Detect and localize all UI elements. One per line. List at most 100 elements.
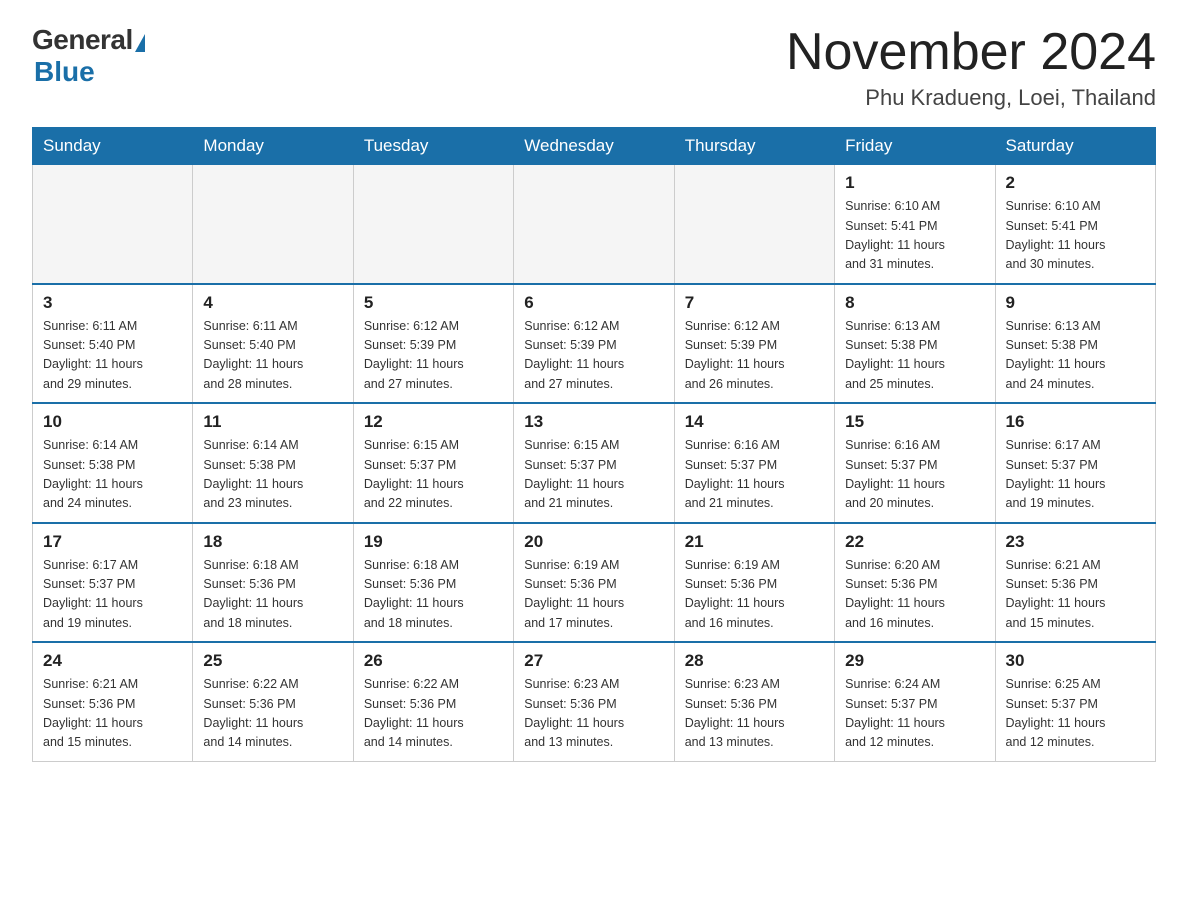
calendar-day-cell: 7 Sunrise: 6:12 AM Sunset: 5:39 PM Daylig… bbox=[674, 284, 834, 404]
calendar-day-cell: 17 Sunrise: 6:17 AM Sunset: 5:37 PM Dayli… bbox=[33, 523, 193, 643]
day-info: Sunrise: 6:21 AM Sunset: 5:36 PM Dayligh… bbox=[1006, 556, 1145, 634]
calendar-week-row: 10 Sunrise: 6:14 AM Sunset: 5:38 PM Dayli… bbox=[33, 403, 1156, 523]
calendar-day-cell: 2 Sunrise: 6:10 AM Sunset: 5:41 PM Daylig… bbox=[995, 165, 1155, 284]
calendar-day-cell: 12Sunrise: 6:15 AM Sunset: 5:37 PM Dayli… bbox=[353, 403, 513, 523]
day-number: 29 bbox=[845, 651, 984, 671]
day-number: 15 bbox=[845, 412, 984, 432]
month-title: November 2024 bbox=[786, 24, 1156, 81]
day-number: 14 bbox=[685, 412, 824, 432]
day-number: 17 bbox=[43, 532, 182, 552]
calendar-day-cell: 29Sunrise: 6:24 AM Sunset: 5:37 PM Dayli… bbox=[835, 642, 995, 761]
calendar-day-cell: 25Sunrise: 6:22 AM Sunset: 5:36 PM Dayli… bbox=[193, 642, 353, 761]
location-title: Phu Kradueng, Loei, Thailand bbox=[786, 85, 1156, 111]
day-of-week-header: Sunday bbox=[33, 128, 193, 165]
calendar-day-cell: 10 Sunrise: 6:14 AM Sunset: 5:38 PM Dayli… bbox=[33, 403, 193, 523]
calendar-day-cell bbox=[33, 165, 193, 284]
day-info: Sunrise: 6:16 AM Sunset: 5:37 PM Dayligh… bbox=[845, 436, 984, 514]
day-info: Sunrise: 6:22 AM Sunset: 5:36 PM Dayligh… bbox=[203, 675, 342, 753]
day-number: 11 bbox=[203, 412, 342, 432]
day-info: Sunrise: 6:10 AM Sunset: 5:41 PM Dayligh… bbox=[1006, 197, 1145, 275]
day-info: Sunrise: 6:15 AM Sunset: 5:37 PM Dayligh… bbox=[524, 436, 663, 514]
day-info: Sunrise: 6:11 AM Sunset: 5:40 PM Dayligh… bbox=[203, 317, 342, 395]
day-of-week-header: Friday bbox=[835, 128, 995, 165]
calendar-body: 1 Sunrise: 6:10 AM Sunset: 5:41 PM Daylig… bbox=[33, 165, 1156, 762]
calendar-day-cell: 23 Sunrise: 6:21 AM Sunset: 5:36 PM Dayli… bbox=[995, 523, 1155, 643]
day-number: 12 bbox=[364, 412, 503, 432]
day-number: 30 bbox=[1006, 651, 1145, 671]
logo-general-text: General bbox=[32, 24, 133, 56]
day-info: Sunrise: 6:13 AM Sunset: 5:38 PM Dayligh… bbox=[845, 317, 984, 395]
logo: General Blue bbox=[32, 24, 145, 88]
day-number: 5 bbox=[364, 293, 503, 313]
calendar-week-row: 17 Sunrise: 6:17 AM Sunset: 5:37 PM Dayli… bbox=[33, 523, 1156, 643]
calendar-day-cell: 24 Sunrise: 6:21 AM Sunset: 5:36 PM Dayli… bbox=[33, 642, 193, 761]
day-of-week-header: Wednesday bbox=[514, 128, 674, 165]
calendar-day-cell: 1 Sunrise: 6:10 AM Sunset: 5:41 PM Daylig… bbox=[835, 165, 995, 284]
logo-triangle-icon bbox=[135, 34, 145, 52]
day-info: Sunrise: 6:19 AM Sunset: 5:36 PM Dayligh… bbox=[685, 556, 824, 634]
calendar-day-cell: 16 Sunrise: 6:17 AM Sunset: 5:37 PM Dayli… bbox=[995, 403, 1155, 523]
calendar-day-cell: 8 Sunrise: 6:13 AM Sunset: 5:38 PM Daylig… bbox=[835, 284, 995, 404]
day-info: Sunrise: 6:23 AM Sunset: 5:36 PM Dayligh… bbox=[524, 675, 663, 753]
calendar-day-cell: 13Sunrise: 6:15 AM Sunset: 5:37 PM Dayli… bbox=[514, 403, 674, 523]
day-info: Sunrise: 6:19 AM Sunset: 5:36 PM Dayligh… bbox=[524, 556, 663, 634]
calendar-day-cell: 30 Sunrise: 6:25 AM Sunset: 5:37 PM Dayli… bbox=[995, 642, 1155, 761]
day-number: 3 bbox=[43, 293, 182, 313]
calendar-day-cell: 9 Sunrise: 6:13 AM Sunset: 5:38 PM Daylig… bbox=[995, 284, 1155, 404]
day-info: Sunrise: 6:11 AM Sunset: 5:40 PM Dayligh… bbox=[43, 317, 182, 395]
calendar-day-cell: 20 Sunrise: 6:19 AM Sunset: 5:36 PM Dayli… bbox=[514, 523, 674, 643]
day-of-week-header: Tuesday bbox=[353, 128, 513, 165]
calendar-day-cell: 5Sunrise: 6:12 AM Sunset: 5:39 PM Daylig… bbox=[353, 284, 513, 404]
day-number: 1 bbox=[845, 173, 984, 193]
day-info: Sunrise: 6:25 AM Sunset: 5:37 PM Dayligh… bbox=[1006, 675, 1145, 753]
calendar-day-cell: 19 Sunrise: 6:18 AM Sunset: 5:36 PM Dayli… bbox=[353, 523, 513, 643]
calendar-day-cell: 21 Sunrise: 6:19 AM Sunset: 5:36 PM Dayli… bbox=[674, 523, 834, 643]
day-number: 18 bbox=[203, 532, 342, 552]
calendar-day-cell: 28Sunrise: 6:23 AM Sunset: 5:36 PM Dayli… bbox=[674, 642, 834, 761]
day-number: 22 bbox=[845, 532, 984, 552]
day-info: Sunrise: 6:17 AM Sunset: 5:37 PM Dayligh… bbox=[1006, 436, 1145, 514]
day-number: 20 bbox=[524, 532, 663, 552]
day-number: 19 bbox=[364, 532, 503, 552]
day-info: Sunrise: 6:22 AM Sunset: 5:36 PM Dayligh… bbox=[364, 675, 503, 753]
day-number: 16 bbox=[1006, 412, 1145, 432]
day-info: Sunrise: 6:17 AM Sunset: 5:37 PM Dayligh… bbox=[43, 556, 182, 634]
day-number: 23 bbox=[1006, 532, 1145, 552]
calendar-day-cell bbox=[674, 165, 834, 284]
day-info: Sunrise: 6:12 AM Sunset: 5:39 PM Dayligh… bbox=[524, 317, 663, 395]
logo-blue-text: Blue bbox=[34, 56, 95, 88]
day-number: 24 bbox=[43, 651, 182, 671]
calendar-day-cell: 6Sunrise: 6:12 AM Sunset: 5:39 PM Daylig… bbox=[514, 284, 674, 404]
day-info: Sunrise: 6:12 AM Sunset: 5:39 PM Dayligh… bbox=[685, 317, 824, 395]
day-info: Sunrise: 6:14 AM Sunset: 5:38 PM Dayligh… bbox=[203, 436, 342, 514]
day-info: Sunrise: 6:10 AM Sunset: 5:41 PM Dayligh… bbox=[845, 197, 984, 275]
day-number: 10 bbox=[43, 412, 182, 432]
calendar-day-cell: 11 Sunrise: 6:14 AM Sunset: 5:38 PM Dayli… bbox=[193, 403, 353, 523]
day-number: 9 bbox=[1006, 293, 1145, 313]
day-number: 8 bbox=[845, 293, 984, 313]
day-number: 7 bbox=[685, 293, 824, 313]
day-number: 26 bbox=[364, 651, 503, 671]
day-number: 4 bbox=[203, 293, 342, 313]
day-info: Sunrise: 6:20 AM Sunset: 5:36 PM Dayligh… bbox=[845, 556, 984, 634]
day-info: Sunrise: 6:13 AM Sunset: 5:38 PM Dayligh… bbox=[1006, 317, 1145, 395]
calendar-day-cell bbox=[514, 165, 674, 284]
calendar-day-cell: 18Sunrise: 6:18 AM Sunset: 5:36 PM Dayli… bbox=[193, 523, 353, 643]
calendar-day-cell: 27 Sunrise: 6:23 AM Sunset: 5:36 PM Dayli… bbox=[514, 642, 674, 761]
day-number: 2 bbox=[1006, 173, 1145, 193]
calendar-week-row: 24 Sunrise: 6:21 AM Sunset: 5:36 PM Dayli… bbox=[33, 642, 1156, 761]
day-info: Sunrise: 6:14 AM Sunset: 5:38 PM Dayligh… bbox=[43, 436, 182, 514]
calendar-day-cell: 22 Sunrise: 6:20 AM Sunset: 5:36 PM Dayli… bbox=[835, 523, 995, 643]
day-of-week-header: Saturday bbox=[995, 128, 1155, 165]
calendar-day-cell: 3 Sunrise: 6:11 AM Sunset: 5:40 PM Daylig… bbox=[33, 284, 193, 404]
calendar-week-row: 3 Sunrise: 6:11 AM Sunset: 5:40 PM Daylig… bbox=[33, 284, 1156, 404]
day-number: 21 bbox=[685, 532, 824, 552]
calendar-day-cell: 14Sunrise: 6:16 AM Sunset: 5:37 PM Dayli… bbox=[674, 403, 834, 523]
day-info: Sunrise: 6:21 AM Sunset: 5:36 PM Dayligh… bbox=[43, 675, 182, 753]
calendar-day-cell bbox=[193, 165, 353, 284]
day-info: Sunrise: 6:18 AM Sunset: 5:36 PM Dayligh… bbox=[364, 556, 503, 634]
calendar-table: SundayMondayTuesdayWednesdayThursdayFrid… bbox=[32, 127, 1156, 762]
calendar-week-row: 1 Sunrise: 6:10 AM Sunset: 5:41 PM Daylig… bbox=[33, 165, 1156, 284]
day-of-week-header: Monday bbox=[193, 128, 353, 165]
day-number: 27 bbox=[524, 651, 663, 671]
